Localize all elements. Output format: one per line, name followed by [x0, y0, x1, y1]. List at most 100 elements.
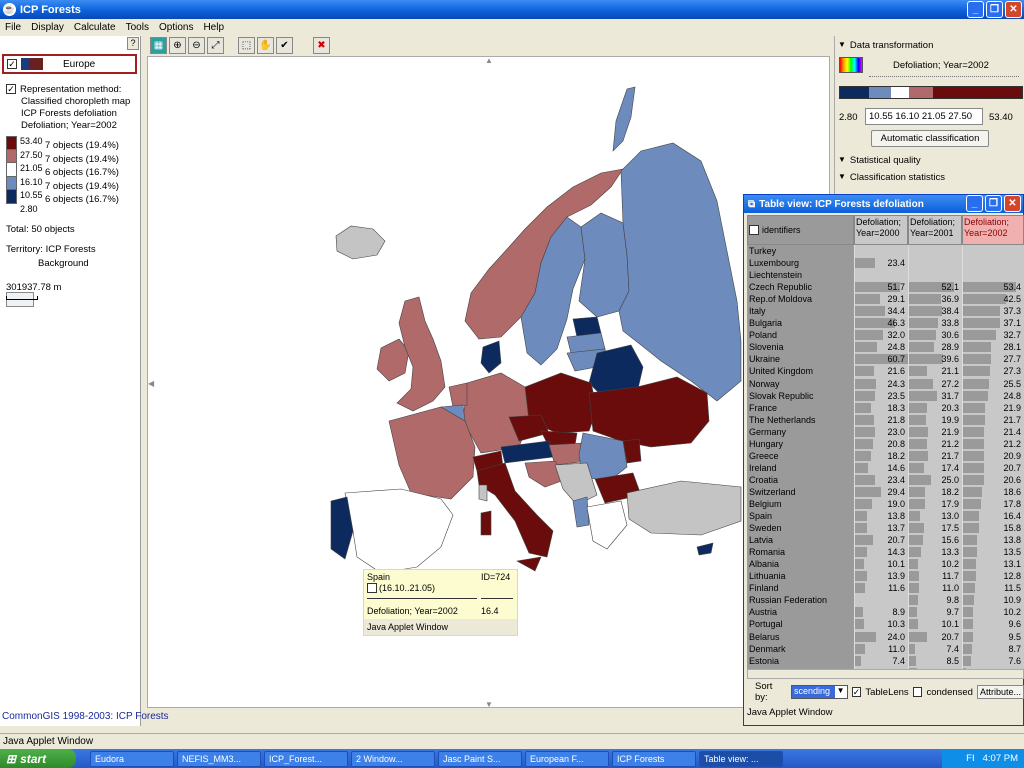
pan-left-arrow[interactable]: ◀	[148, 379, 154, 388]
table-row[interactable]: Belarus 24.0 20.7 9.5	[747, 630, 1024, 643]
fit-icon[interactable]: ⤢	[207, 37, 224, 54]
table-body[interactable]: Turkey Luxembourg 23.4 Liechtenstein Czech R…	[747, 245, 1024, 677]
table-row[interactable]: The Netherlands 21.8 19.9 21.7	[747, 413, 1024, 426]
table-row[interactable]: Norway 24.3 27.2 25.5	[747, 377, 1024, 390]
table-row[interactable]: Sweden 13.7 17.5 15.8	[747, 522, 1024, 535]
sort-select[interactable]: scending ▼	[790, 685, 848, 699]
task-paint-shop[interactable]: Jasc Paint S...	[438, 750, 522, 767]
table-row[interactable]: Ireland 14.6 17.4 20.7	[747, 461, 1024, 474]
table-row[interactable]: United Kingdom 21.6 21.1 27.3	[747, 365, 1024, 378]
help-button[interactable]: ?	[127, 37, 139, 50]
maximize-button[interactable]: ❐	[986, 1, 1003, 18]
pan-up-arrow[interactable]: ▲	[485, 57, 493, 65]
color-scale-icon[interactable]	[839, 57, 863, 73]
zoom-in-icon[interactable]: ⊕	[169, 37, 186, 54]
table-row[interactable]: Romania 14.3 13.3 13.5	[747, 546, 1024, 559]
table-row[interactable]: France 18.3 20.3 21.9	[747, 401, 1024, 414]
legend-class-1[interactable]: 10.55 6 objects (16.7%)	[6, 190, 141, 205]
table-row[interactable]: Denmark 11.0 7.4 8.7	[747, 642, 1024, 655]
table-minimize-button[interactable]: _	[966, 195, 983, 212]
minimize-button[interactable]: _	[967, 1, 984, 18]
select-rect-icon[interactable]: ⬚	[238, 37, 255, 54]
identifiers-header[interactable]: identifiers	[747, 215, 854, 245]
table-row[interactable]: Croatia 23.4 25.0 20.6	[747, 473, 1024, 486]
zoom-out-icon[interactable]: ⊖	[188, 37, 205, 54]
legend-class-4[interactable]: 27.50 7 objects (19.4%)	[6, 149, 141, 165]
table-row[interactable]: Portugal 10.3 10.1 9.6	[747, 618, 1024, 631]
start-button[interactable]: ⊞ start	[0, 749, 76, 768]
table-row[interactable]: Czech Republic 51.7 52.1 53.4	[747, 281, 1024, 294]
attribute-button[interactable]: Attribute...	[976, 685, 1024, 699]
table-row[interactable]: Austria 8.9 9.7 10.2	[747, 606, 1024, 619]
class-break-bar[interactable]	[839, 86, 1023, 99]
table-row[interactable]: Albania 10.1 10.2 13.1	[747, 558, 1024, 571]
tray-lang[interactable]: FI	[966, 753, 974, 764]
menu-tools[interactable]: Tools	[121, 22, 154, 33]
table-row[interactable]: Italy 34.4 38.4 37.3	[747, 305, 1024, 318]
value-bar	[909, 571, 920, 582]
legend-class-5[interactable]: 53.40 7 objects (19.4%)	[6, 136, 141, 151]
col-header-2001[interactable]: Defoliation; Year=2001	[908, 215, 962, 245]
table-row[interactable]: Finland 11.6 11.0 11.5	[747, 582, 1024, 595]
task-table-view[interactable]: Table view: ...	[699, 750, 783, 767]
table-row[interactable]: Greece 18.2 21.7 20.9	[747, 449, 1024, 462]
table-row[interactable]: Liechtenstein	[747, 269, 1024, 282]
section-statistical-quality[interactable]: ▼ Statistical quality	[838, 155, 921, 166]
table-maximize-button[interactable]: ❐	[985, 195, 1002, 212]
col-header-2000[interactable]: Defoliation; Year=2000	[854, 215, 908, 245]
map-icon[interactable]: ▦	[150, 37, 167, 54]
table-row[interactable]: Hungary 20.8 21.2 21.2	[747, 437, 1024, 450]
legend-class-2[interactable]: 16.10 7 objects (19.4%)	[6, 176, 141, 192]
menu-file[interactable]: File	[0, 22, 26, 33]
task-windows[interactable]: 2 Window...	[351, 750, 435, 767]
table-close-button[interactable]: ✕	[1004, 195, 1021, 212]
task-european-f[interactable]: European F...	[525, 750, 609, 767]
condensed-checkbox[interactable]	[912, 687, 923, 697]
table-row[interactable]: Latvia 20.7 15.6 13.8	[747, 534, 1024, 547]
menu-display[interactable]: Display	[26, 22, 69, 33]
table-row[interactable]: Slovenia 24.8 28.9 28.1	[747, 341, 1024, 354]
table-row[interactable]: Ukraine 60.7 39.6 27.7	[747, 353, 1024, 366]
table-row[interactable]: Rep.of Moldova 29.1 36.9 42.5	[747, 293, 1024, 306]
slider-track[interactable]	[869, 76, 1019, 78]
tablelens-checkbox[interactable]: ✓	[851, 687, 862, 697]
table-row[interactable]: Estonia 7.4 8.5 7.6	[747, 654, 1024, 667]
menu-options[interactable]: Options	[154, 22, 198, 33]
layer-visible-checkbox[interactable]: ✓	[7, 59, 17, 69]
task-eudora[interactable]: Eudora	[90, 750, 174, 767]
table-row[interactable]: Luxembourg 23.4	[747, 257, 1024, 270]
table-row[interactable]: Poland 32.0 30.6 32.7	[747, 329, 1024, 342]
section-data-transformation[interactable]: ▼ Data transformation	[838, 40, 933, 51]
representation-checkbox[interactable]: ✓	[6, 84, 16, 94]
table-row[interactable]: Bulgaria 46.3 33.8 37.1	[747, 317, 1024, 330]
pan-down-arrow[interactable]: ▼	[485, 700, 493, 707]
table-row[interactable]: Lithuania 13.9 11.7 12.8	[747, 570, 1024, 583]
breaks-input[interactable]: 10.55 16.10 21.05 27.50	[865, 108, 983, 125]
pan-hand-icon[interactable]: ✋	[257, 37, 274, 54]
table-row[interactable]: Russian Federation 9.8 10.9	[747, 594, 1024, 607]
task-nefis[interactable]: NEFIS_MM3...	[177, 750, 261, 767]
task-icp-forests[interactable]: ICP Forests	[612, 750, 696, 767]
layer-europe[interactable]: ✓ Europe	[2, 54, 137, 74]
task-icp-forest-doc[interactable]: ICP_Forest...	[264, 750, 348, 767]
table-row[interactable]: Spain 13.8 13.0 16.4	[747, 510, 1024, 523]
table-row[interactable]: Germany 23.0 21.9 21.4	[747, 425, 1024, 438]
table-row[interactable]: Turkey	[747, 245, 1024, 258]
table-row[interactable]: Slovak Republic 23.5 31.7 24.8	[747, 389, 1024, 402]
menu-help[interactable]: Help	[198, 22, 229, 33]
value-bar	[963, 450, 984, 461]
section-classification-statistics[interactable]: ▼ Classification statistics	[838, 172, 945, 183]
check-icon[interactable]: ✔	[276, 37, 293, 54]
table-row[interactable]: Switzerland 29.4 18.2 18.6	[747, 485, 1024, 498]
table-row[interactable]: Belgium 19.0 17.9 17.8	[747, 497, 1024, 511]
menu-calculate[interactable]: Calculate	[69, 22, 121, 33]
legend-class-3[interactable]: 21.05 6 objects (16.7%)	[6, 163, 141, 178]
row-value: 24.3	[854, 377, 908, 390]
close-button[interactable]: ✕	[1005, 1, 1022, 18]
col-header-2002[interactable]: Defoliation; Year=2002	[962, 215, 1024, 245]
identifiers-checkbox[interactable]	[749, 225, 759, 235]
horizontal-scrollbar[interactable]	[747, 669, 1024, 679]
value-text: 38.4	[941, 306, 959, 317]
auto-classification-button[interactable]: Automatic classification	[871, 130, 989, 147]
remove-icon[interactable]: ✖	[313, 37, 330, 54]
